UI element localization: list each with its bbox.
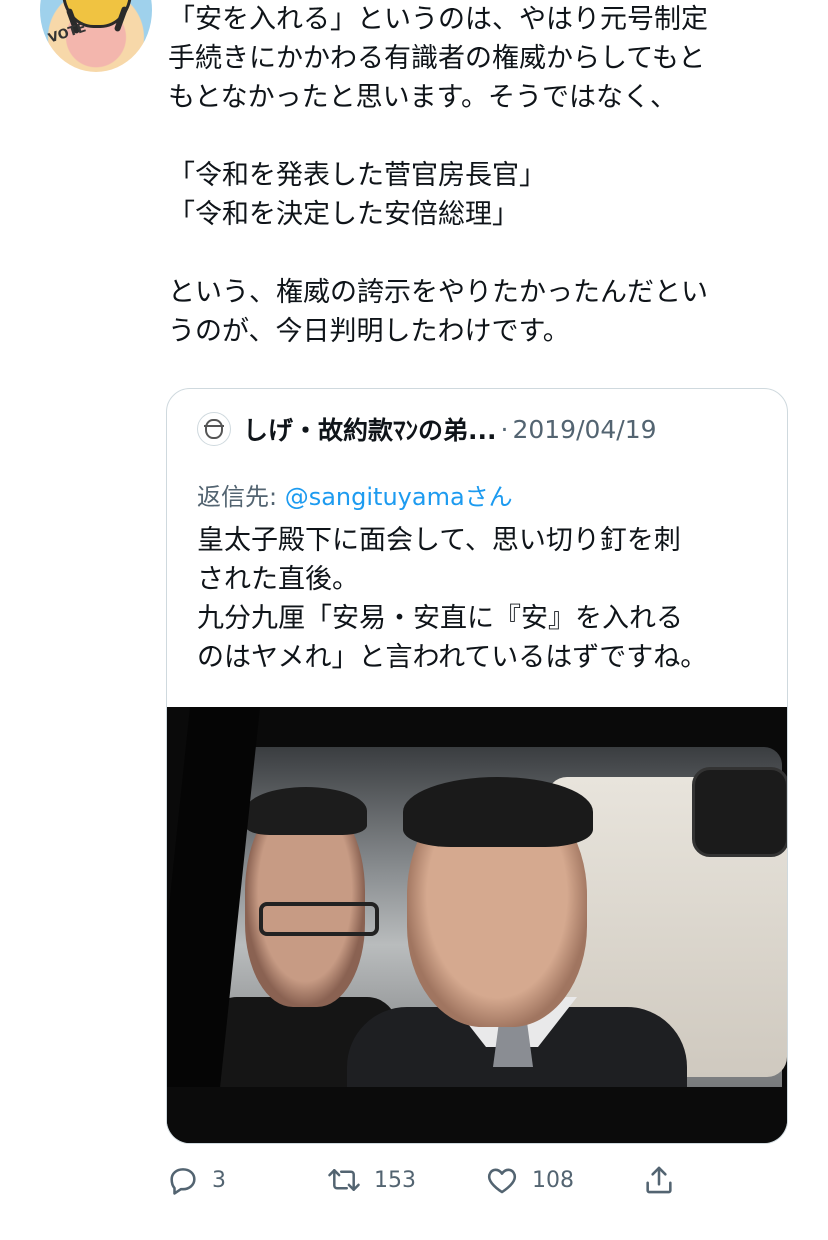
quoted-tweet-card[interactable]: しげ・故約款ﾏﾝの弟... · 2019/04/19 返信先: @sangitu… (166, 388, 788, 1144)
retweet-button[interactable]: 153 (326, 1158, 416, 1202)
heart-icon (484, 1163, 520, 1197)
quoted-author-avatar[interactable] (197, 412, 231, 446)
photo-mirror (692, 767, 787, 857)
quoted-tweet-photo[interactable] (167, 707, 787, 1143)
quoted-tweet-header: しげ・故約款ﾏﾝの弟... · 2019/04/19 (197, 409, 657, 449)
retweet-icon (326, 1163, 362, 1197)
reply-button[interactable]: 3 (166, 1158, 226, 1202)
user-avatar[interactable]: VOTE (40, 0, 152, 72)
avatar-badge-text: VOTE (46, 20, 89, 47)
reply-suffix: さん (464, 483, 513, 511)
tweet-action-bar: 3 153 108 (166, 1158, 706, 1202)
quoted-tweet-date[interactable]: 2019/04/19 (512, 415, 656, 444)
retweet-count: 153 (374, 1167, 416, 1193)
reply-prefix: 返信先: (197, 483, 285, 511)
share-button[interactable] (642, 1158, 676, 1202)
photo-person-left-glasses (259, 902, 379, 936)
quoted-author-name[interactable]: しげ・故約款ﾏﾝの弟... (243, 411, 497, 447)
face-icon (205, 419, 223, 439)
header-separator: · (500, 414, 509, 444)
quoted-tweet-text: 皇太子殿下に面会して、思い切り釘を刺 された直後。 九分九厘「安易・安直に『安』… (197, 525, 708, 673)
photo-person-left-hair (245, 787, 367, 835)
reply-icon (166, 1163, 200, 1197)
photo-car-door (167, 1087, 787, 1143)
photo-person-center-hair (403, 777, 593, 847)
like-count: 108 (532, 1167, 574, 1193)
glasses-icon (204, 425, 224, 427)
share-icon (642, 1163, 676, 1197)
tweet-text: 「安を入れる」というのは、やはり元号制定 手続きにかかわる有識者の権威からしても… (168, 4, 708, 347)
reply-mention-link[interactable]: @sangituyama (285, 483, 465, 511)
reply-count: 3 (212, 1167, 226, 1193)
like-button[interactable]: 108 (484, 1158, 574, 1202)
reply-to-line: 返信先: @sangituyamaさん (197, 477, 513, 512)
